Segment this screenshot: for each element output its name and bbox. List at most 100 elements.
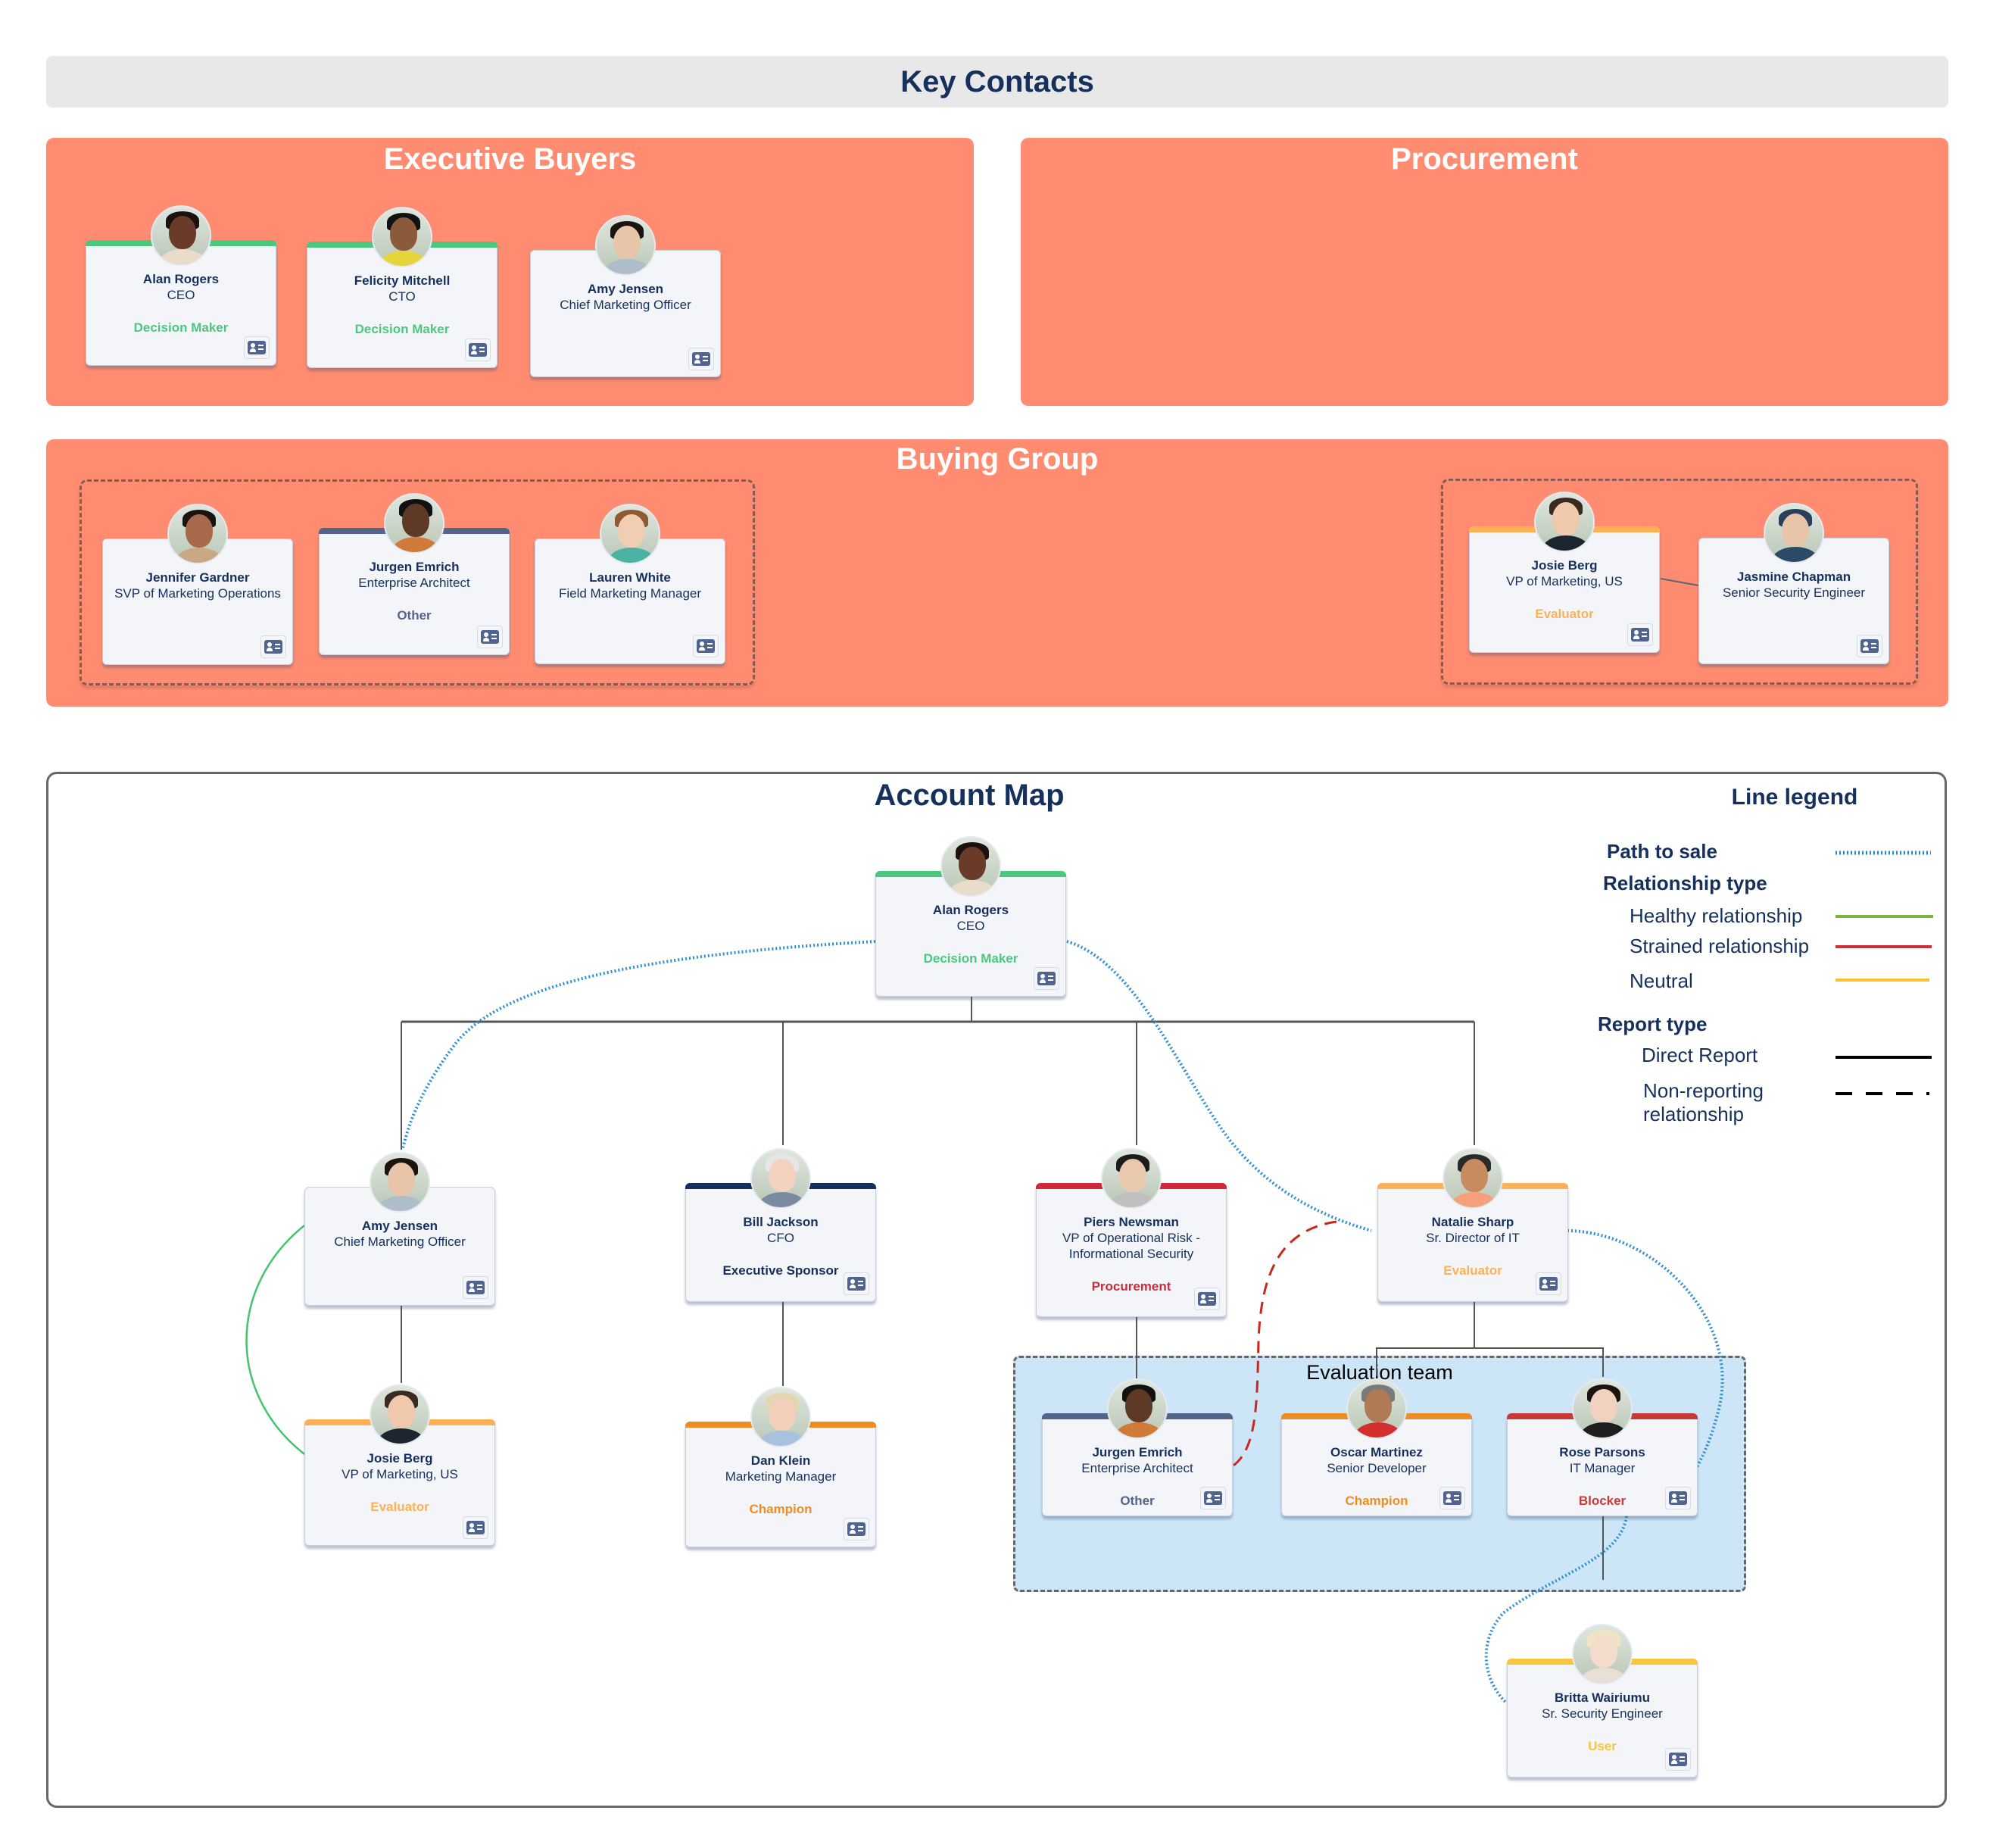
legend-direct-report: Direct Report xyxy=(1642,1044,1758,1066)
buying-card-josie-berg[interactable]: Josie Berg VP of Marketing, US Evaluator xyxy=(1469,492,1660,653)
contact-card-button[interactable] xyxy=(688,348,714,370)
contact-card-button[interactable] xyxy=(260,635,286,658)
contact-role: Other xyxy=(397,608,432,623)
avatar-photo xyxy=(1764,503,1824,563)
exec-card-alan-rogers[interactable]: Alan Rogers CEO Decision Maker xyxy=(86,205,276,366)
avatar-photo xyxy=(384,493,444,554)
avatar-body xyxy=(758,1431,806,1446)
map-node-alan-rogers[interactable]: Alan Rogers CEO Decision Maker xyxy=(875,836,1066,997)
contact-name: Alan Rogers xyxy=(932,903,1009,917)
contact-card-button[interactable] xyxy=(465,339,491,361)
avatar-photo xyxy=(372,207,432,267)
avatar-body xyxy=(1580,1668,1628,1683)
contact-name: Jurgen Emrich xyxy=(369,560,460,574)
contact-title: Chief Marketing Officer xyxy=(334,1235,466,1249)
buying-card-lauren-white[interactable]: Lauren White Field Marketing Manager xyxy=(535,504,725,664)
map-node-dan-klein[interactable]: Dan Klein Marketing Manager Champion xyxy=(685,1387,876,1547)
contact-title: Field Marketing Manager xyxy=(558,586,702,601)
contact-title: CEO xyxy=(167,288,195,302)
avatar-photo xyxy=(167,504,228,564)
map-node-bill-jackson[interactable]: Bill Jackson CFO Executive Sponsor xyxy=(685,1148,876,1302)
avatar-body xyxy=(377,1196,426,1211)
contact-card-icon xyxy=(1669,1753,1687,1766)
map-node-piers-newsman[interactable]: Piers Newsman VP of Operational Risk - In… xyxy=(1036,1148,1227,1317)
contact-name: Bill Jackson xyxy=(743,1215,819,1229)
avatar-body xyxy=(607,548,656,563)
avatar-face xyxy=(402,504,429,537)
contact-title: SVP of Marketing Operations xyxy=(114,586,281,601)
map-node-natalie-sharp[interactable]: Natalie Sharp Sr. Director of IT Evaluator xyxy=(1377,1148,1568,1302)
contact-card-icon xyxy=(1860,639,1879,653)
contact-name: Josie Berg xyxy=(1531,558,1598,573)
contact-title: Senior Security Engineer xyxy=(1722,585,1866,600)
contact-card-icon xyxy=(1037,972,1056,985)
map-node-jurgen-emrich[interactable]: Jurgen Emrich Enterprise Architect Other xyxy=(1042,1378,1233,1516)
josie-jasmine-connector xyxy=(1660,578,1699,586)
avatar-face xyxy=(1590,1389,1617,1422)
avatar-face xyxy=(169,216,196,249)
contact-card-button[interactable] xyxy=(1665,1487,1691,1509)
contact-card-icon xyxy=(469,343,487,357)
map-node-britta-wairiumu[interactable]: Britta Wairiumu Sr. Security Engineer User xyxy=(1507,1624,1698,1778)
legend-report-type: Report type xyxy=(1598,1013,1708,1035)
contact-card-button[interactable] xyxy=(1857,635,1882,657)
contact-title: Enterprise Architect xyxy=(358,576,470,590)
contact-card-icon xyxy=(1539,1277,1558,1291)
contact-title: Senior Developer xyxy=(1327,1461,1427,1475)
map-node-amy-jensen[interactable]: Amy Jensen Chief Marketing Officer xyxy=(304,1152,495,1306)
contact-name: Natalie Sharp xyxy=(1431,1215,1514,1229)
contact-card-button[interactable] xyxy=(463,1516,488,1539)
contact-card-icon xyxy=(847,1522,866,1536)
map-node-josie-berg[interactable]: Josie Berg VP of Marketing, US Evaluator xyxy=(304,1384,495,1546)
avatar-photo xyxy=(1534,492,1595,552)
contact-card-button[interactable] xyxy=(1200,1487,1226,1509)
contact-name: Britta Wairiumu xyxy=(1555,1690,1650,1705)
contact-card-button[interactable] xyxy=(477,626,503,648)
avatar-photo xyxy=(1572,1624,1633,1684)
contact-title: Sr. Director of IT xyxy=(1426,1231,1520,1245)
buying-card-jurgen-emrich[interactable]: Jurgen Emrich Enterprise Architect Other xyxy=(319,493,510,655)
contact-name: Lauren White xyxy=(589,570,671,585)
contact-title: Marketing Manager xyxy=(725,1469,837,1484)
contact-card-button[interactable] xyxy=(1194,1288,1220,1310)
buying-card-jennifer-gardner[interactable]: Jennifer Gardner SVP of Marketing Operati… xyxy=(102,504,293,665)
contact-card-button[interactable] xyxy=(1627,623,1653,646)
legend-healthy: Healthy relationship xyxy=(1630,904,1803,927)
contact-card-icon xyxy=(1204,1491,1222,1505)
contact-card-button[interactable] xyxy=(693,635,719,657)
avatar-face xyxy=(390,217,417,251)
contact-title: Chief Marketing Officer xyxy=(560,298,691,312)
contact-card-button[interactable] xyxy=(1439,1487,1465,1509)
avatar-face xyxy=(1782,514,1809,547)
exec-card-felicity-mitchell[interactable]: Felicity Mitchell CTO Decision Maker xyxy=(307,207,497,368)
contact-card-button[interactable] xyxy=(1034,967,1059,990)
contact-card-icon xyxy=(264,640,282,654)
contact-name: Jasmine Chapman xyxy=(1736,570,1851,584)
avatar-photo xyxy=(595,215,656,276)
contact-card-button[interactable] xyxy=(1536,1272,1561,1295)
map-node-rose-parsons[interactable]: Rose Parsons IT Manager Blocker xyxy=(1507,1378,1698,1516)
contact-name: Piers Newsman xyxy=(1084,1215,1179,1229)
avatar-face xyxy=(613,226,641,259)
contact-card-button[interactable] xyxy=(463,1276,488,1299)
avatar-body xyxy=(1771,547,1820,562)
contact-role: Evaluator xyxy=(1535,607,1594,621)
avatar-face xyxy=(618,514,645,548)
avatar-body xyxy=(391,537,440,552)
contact-name: Amy Jensen xyxy=(587,282,664,296)
avatar-body xyxy=(379,251,428,266)
exec-card-amy-jensen[interactable]: Amy Jensen Chief Marketing Officer xyxy=(530,215,721,377)
contact-card-icon xyxy=(481,630,499,644)
map-node-oscar-martinez[interactable]: Oscar Martinez Senior Developer Champion xyxy=(1281,1378,1472,1516)
healthy-relationship-line xyxy=(245,1225,305,1455)
buying-card-jasmine-chapman[interactable]: Jasmine Chapman Senior Security Engineer xyxy=(1698,503,1889,664)
contact-card-icon xyxy=(1443,1491,1461,1505)
contact-card-button[interactable] xyxy=(844,1272,869,1295)
contact-card-button[interactable] xyxy=(244,336,270,359)
contact-role: Evaluator xyxy=(370,1500,429,1514)
contact-title: IT Manager xyxy=(1569,1461,1636,1475)
avatar-face xyxy=(959,847,986,880)
contact-name: Oscar Martinez xyxy=(1330,1445,1423,1459)
contact-card-button[interactable] xyxy=(1665,1748,1691,1771)
contact-card-button[interactable] xyxy=(844,1518,869,1541)
